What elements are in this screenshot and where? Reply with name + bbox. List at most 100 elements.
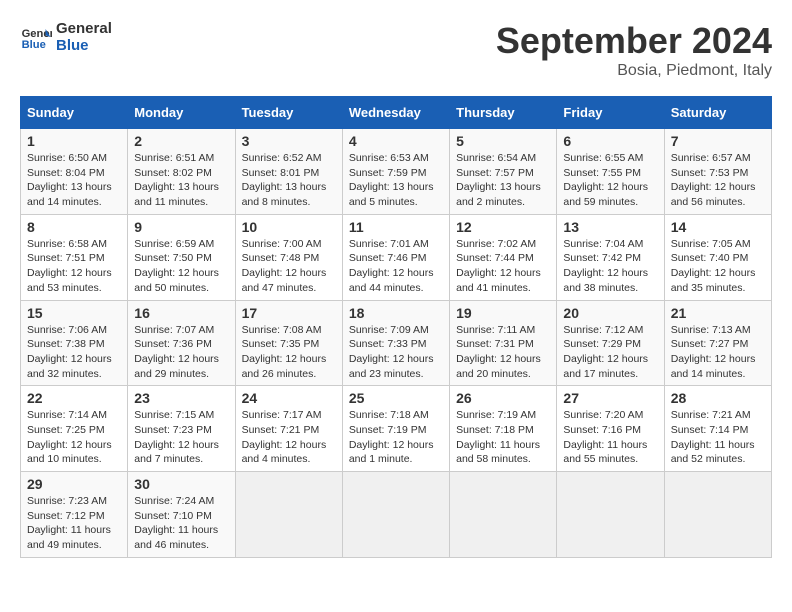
day-info: Sunrise: 7:07 AMSunset: 7:36 PMDaylight:… — [134, 323, 228, 382]
day-number: 13 — [563, 219, 657, 235]
calendar-cell: 27 Sunrise: 7:20 AMSunset: 7:16 PMDayligh… — [557, 386, 664, 472]
day-number: 5 — [456, 133, 550, 149]
calendar-cell: 5Sunrise: 6:54 AMSunset: 7:57 PMDaylight… — [450, 129, 557, 215]
day-info: Sunrise: 7:15 AMSunset: 7:23 PMDaylight:… — [134, 408, 228, 467]
calendar-cell: 3 Sunrise: 6:52 AMSunset: 8:01 PMDaylight… — [235, 129, 342, 215]
day-number: 17 — [242, 305, 336, 321]
day-info: Sunrise: 7:24 AMSunset: 7:10 PMDaylight:… — [134, 494, 228, 553]
day-number: 21 — [671, 305, 765, 321]
day-info: Sunrise: 7:23 AMSunset: 7:12 PMDaylight:… — [27, 494, 121, 553]
day-number: 4 — [349, 133, 443, 149]
day-info: Sunrise: 7:17 AMSunset: 7:21 PMDaylight:… — [242, 408, 336, 467]
day-number: 28 — [671, 390, 765, 406]
calendar-cell: 1 Sunrise: 6:50 AMSunset: 8:04 PMDaylight… — [21, 129, 128, 215]
day-number: 15 — [27, 305, 121, 321]
calendar-cell: 19 Sunrise: 7:11 AMSunset: 7:31 PMDayligh… — [450, 300, 557, 386]
day-info: Sunrise: 6:52 AMSunset: 8:01 PMDaylight:… — [242, 151, 336, 210]
calendar-cell: 21 Sunrise: 7:13 AMSunset: 7:27 PMDayligh… — [664, 300, 771, 386]
day-info: Sunrise: 6:58 AMSunset: 7:51 PMDaylight:… — [27, 237, 121, 296]
page-header: General Blue General Blue September 2024… — [20, 20, 772, 80]
day-number: 29 — [27, 476, 121, 492]
calendar-cell: 25 Sunrise: 7:18 AMSunset: 7:19 PMDayligh… — [342, 386, 449, 472]
calendar-cell: 7 Sunrise: 6:57 AMSunset: 7:53 PMDaylight… — [664, 129, 771, 215]
calendar-cell: 6Sunrise: 6:55 AMSunset: 7:55 PMDaylight… — [557, 129, 664, 215]
day-number: 1 — [27, 133, 121, 149]
day-number: 18 — [349, 305, 443, 321]
calendar-cell: 29 Sunrise: 7:23 AMSunset: 7:12 PMDayligh… — [21, 472, 128, 558]
calendar-cell: 2 Sunrise: 6:51 AMSunset: 8:02 PMDaylight… — [128, 129, 235, 215]
day-number: 23 — [134, 390, 228, 406]
day-number: 2 — [134, 133, 228, 149]
day-info: Sunrise: 6:59 AMSunset: 7:50 PMDaylight:… — [134, 237, 228, 296]
calendar-cell: 20 Sunrise: 7:12 AMSunset: 7:29 PMDayligh… — [557, 300, 664, 386]
day-info: Sunrise: 7:13 AMSunset: 7:27 PMDaylight:… — [671, 323, 765, 382]
day-info: Sunrise: 7:11 AMSunset: 7:31 PMDaylight:… — [456, 323, 550, 382]
calendar-cell: 16 Sunrise: 7:07 AMSunset: 7:36 PMDayligh… — [128, 300, 235, 386]
day-info: Sunrise: 7:18 AMSunset: 7:19 PMDaylight:… — [349, 408, 443, 467]
col-header-friday: Friday — [557, 97, 664, 129]
calendar-table: SundayMondayTuesdayWednesdayThursdayFrid… — [20, 96, 772, 558]
logo-general: General — [56, 20, 112, 37]
calendar-cell: 24 Sunrise: 7:17 AMSunset: 7:21 PMDayligh… — [235, 386, 342, 472]
day-number: 24 — [242, 390, 336, 406]
day-info: Sunrise: 7:08 AMSunset: 7:35 PMDaylight:… — [242, 323, 336, 382]
day-number: 16 — [134, 305, 228, 321]
day-info: Sunrise: 6:55 AMSunset: 7:55 PMDaylight:… — [563, 151, 657, 210]
day-info: Sunrise: 6:53 AMSunset: 7:59 PMDaylight:… — [349, 151, 443, 210]
day-info: Sunrise: 7:14 AMSunset: 7:25 PMDaylight:… — [27, 408, 121, 467]
day-info: Sunrise: 7:06 AMSunset: 7:38 PMDaylight:… — [27, 323, 121, 382]
day-number: 25 — [349, 390, 443, 406]
day-info: Sunrise: 7:02 AMSunset: 7:44 PMDaylight:… — [456, 237, 550, 296]
day-info: Sunrise: 7:01 AMSunset: 7:46 PMDaylight:… — [349, 237, 443, 296]
calendar-cell: 12Sunrise: 7:02 AMSunset: 7:44 PMDayligh… — [450, 214, 557, 300]
day-info: Sunrise: 7:04 AMSunset: 7:42 PMDaylight:… — [563, 237, 657, 296]
day-info: Sunrise: 6:51 AMSunset: 8:02 PMDaylight:… — [134, 151, 228, 210]
calendar-cell: 26Sunrise: 7:19 AMSunset: 7:18 PMDayligh… — [450, 386, 557, 472]
day-number: 22 — [27, 390, 121, 406]
calendar-cell: 23 Sunrise: 7:15 AMSunset: 7:23 PMDayligh… — [128, 386, 235, 472]
day-number: 10 — [242, 219, 336, 235]
col-header-sunday: Sunday — [21, 97, 128, 129]
col-header-monday: Monday — [128, 97, 235, 129]
calendar-cell: 15 Sunrise: 7:06 AMSunset: 7:38 PMDayligh… — [21, 300, 128, 386]
calendar-cell: 17 Sunrise: 7:08 AMSunset: 7:35 PMDayligh… — [235, 300, 342, 386]
calendar-cell: 8Sunrise: 6:58 AMSunset: 7:51 PMDaylight… — [21, 214, 128, 300]
day-info: Sunrise: 6:57 AMSunset: 7:53 PMDaylight:… — [671, 151, 765, 210]
calendar-cell — [342, 472, 449, 558]
day-info: Sunrise: 7:12 AMSunset: 7:29 PMDaylight:… — [563, 323, 657, 382]
day-number: 27 — [563, 390, 657, 406]
calendar-cell: 22 Sunrise: 7:14 AMSunset: 7:25 PMDayligh… — [21, 386, 128, 472]
col-header-wednesday: Wednesday — [342, 97, 449, 129]
day-number: 19 — [456, 305, 550, 321]
calendar-cell — [557, 472, 664, 558]
calendar-cell — [664, 472, 771, 558]
day-number: 20 — [563, 305, 657, 321]
location-subtitle: Bosia, Piedmont, Italy — [496, 62, 772, 80]
logo-blue: Blue — [56, 37, 112, 54]
calendar-cell — [450, 472, 557, 558]
logo-icon: General Blue — [20, 21, 52, 53]
day-info: Sunrise: 7:20 AMSunset: 7:16 PMDaylight:… — [563, 408, 657, 467]
day-info: Sunrise: 6:50 AMSunset: 8:04 PMDaylight:… — [27, 151, 121, 210]
calendar-cell: 18 Sunrise: 7:09 AMSunset: 7:33 PMDayligh… — [342, 300, 449, 386]
day-number: 30 — [134, 476, 228, 492]
col-header-thursday: Thursday — [450, 97, 557, 129]
day-number: 3 — [242, 133, 336, 149]
day-number: 7 — [671, 133, 765, 149]
calendar-cell: 28 Sunrise: 7:21 AMSunset: 7:14 PMDayligh… — [664, 386, 771, 472]
day-info: Sunrise: 7:00 AMSunset: 7:48 PMDaylight:… — [242, 237, 336, 296]
calendar-cell: 4 Sunrise: 6:53 AMSunset: 7:59 PMDaylight… — [342, 129, 449, 215]
calendar-cell — [235, 472, 342, 558]
title-block: September 2024 Bosia, Piedmont, Italy — [496, 20, 772, 80]
day-info: Sunrise: 7:19 AMSunset: 7:18 PMDaylight:… — [456, 408, 550, 467]
calendar-cell: 14Sunrise: 7:05 AMSunset: 7:40 PMDayligh… — [664, 214, 771, 300]
day-info: Sunrise: 7:05 AMSunset: 7:40 PMDaylight:… — [671, 237, 765, 296]
calendar-cell: 30 Sunrise: 7:24 AMSunset: 7:10 PMDayligh… — [128, 472, 235, 558]
calendar-cell: 13 Sunrise: 7:04 AMSunset: 7:42 PMDayligh… — [557, 214, 664, 300]
day-info: Sunrise: 7:09 AMSunset: 7:33 PMDaylight:… — [349, 323, 443, 382]
calendar-cell: 11Sunrise: 7:01 AMSunset: 7:46 PMDayligh… — [342, 214, 449, 300]
calendar-cell: 10 Sunrise: 7:00 AMSunset: 7:48 PMDayligh… — [235, 214, 342, 300]
logo: General Blue General Blue — [20, 20, 112, 54]
col-header-tuesday: Tuesday — [235, 97, 342, 129]
day-info: Sunrise: 7:21 AMSunset: 7:14 PMDaylight:… — [671, 408, 765, 467]
